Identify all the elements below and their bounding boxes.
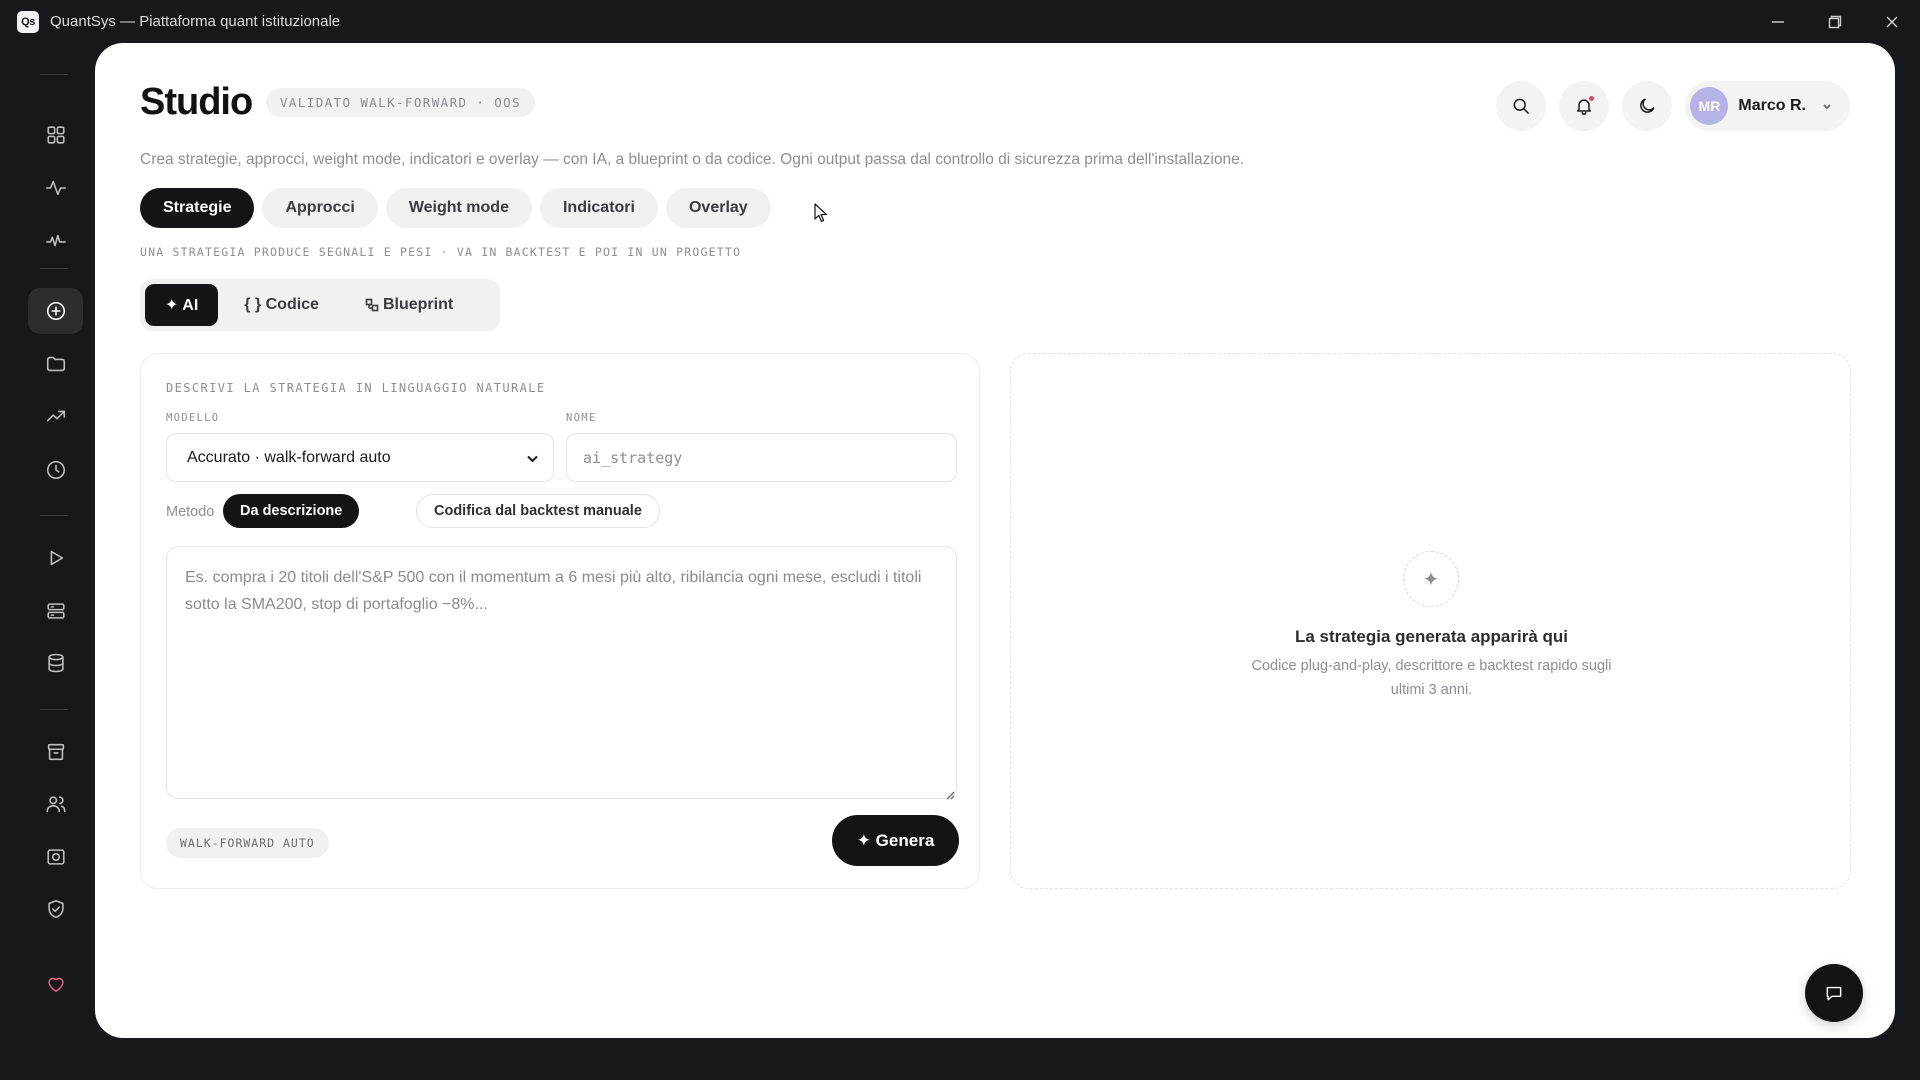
empty-state-title: La strategia generata apparirà qui xyxy=(1294,627,1569,646)
activity-icon xyxy=(45,180,66,196)
window-title: QuantSys — Piattaforma quant istituziona… xyxy=(50,13,341,30)
sidebar-item-activity[interactable] xyxy=(28,165,83,211)
name-label: NOME xyxy=(566,412,597,424)
sidebar-item-archive[interactable] xyxy=(28,729,83,775)
mode-ai-label: ✦ AI xyxy=(165,297,199,314)
app-logo: Qs xyxy=(17,10,39,33)
chevron-down-icon xyxy=(1823,104,1831,110)
model-select[interactable]: Accurato · walk-forward auto xyxy=(166,433,554,482)
strategy-description-textarea[interactable] xyxy=(166,546,957,799)
blueprint-icon xyxy=(365,298,379,312)
window-controls xyxy=(1749,0,1920,43)
validation-badge: VALIDATO WALK-FORWARD · OOS xyxy=(266,88,535,117)
mode-ai-button[interactable]: ✦ AI xyxy=(145,284,219,326)
heart-icon xyxy=(47,977,64,993)
sidebar-item-servers[interactable] xyxy=(28,588,83,634)
strategy-name-input[interactable] xyxy=(566,433,957,482)
restore-icon xyxy=(1828,15,1841,28)
tab-indicatori[interactable]: Indicatori xyxy=(539,188,658,228)
notifications-button[interactable] xyxy=(1559,81,1610,131)
play-icon xyxy=(50,550,63,566)
sparkle-icon: ✦ xyxy=(1403,551,1459,607)
mode-code-label: { } Codice xyxy=(244,296,319,313)
pulse-icon xyxy=(45,234,66,247)
database-icon xyxy=(47,653,64,673)
sidebar-item-dashboard[interactable] xyxy=(28,112,83,158)
chevron-down-icon xyxy=(527,455,538,463)
sidebar-item-pulse[interactable] xyxy=(28,218,83,264)
tab-overlay[interactable]: Overlay xyxy=(665,188,771,228)
sidebar-item-security[interactable] xyxy=(28,886,83,932)
camera-icon xyxy=(46,849,65,865)
mode-blueprint-button[interactable]: Blueprint xyxy=(345,284,473,326)
walk-forward-badge: WALK-FORWARD AUTO xyxy=(166,828,329,858)
chat-button[interactable] xyxy=(1805,964,1863,1022)
grid-icon xyxy=(46,126,65,144)
tab-weight-mode[interactable]: Weight mode xyxy=(385,188,532,228)
avatar: MR xyxy=(1690,87,1729,125)
chat-icon xyxy=(1826,986,1842,1001)
strategy-form-card: DESCRIVI LA STRATEGIA IN LINGUAGGIO NATU… xyxy=(140,353,980,889)
tab-strategie[interactable]: Strategie xyxy=(140,188,255,228)
tab-approcci[interactable]: Approcci xyxy=(262,188,378,228)
tab-caption: UNA STRATEGIA PRODUCE SEGNALI E PESI · V… xyxy=(140,245,742,259)
trending-up-icon xyxy=(46,410,65,422)
mode-blueprint-label: Blueprint xyxy=(382,296,454,313)
sidebar-item-run[interactable] xyxy=(28,535,83,581)
sidebar-item-studio[interactable] xyxy=(28,288,83,334)
method-from-backtest-button[interactable]: Codifica dal backtest manuale xyxy=(416,494,660,528)
sidebar-item-data[interactable] xyxy=(28,640,83,686)
user-name: Marco R. xyxy=(1738,97,1806,114)
model-label: MODELLO xyxy=(166,412,220,424)
sidebar-divider xyxy=(40,709,68,710)
folder-icon xyxy=(46,356,65,372)
mode-code-button[interactable]: { } Codice xyxy=(224,284,339,326)
shield-check-icon xyxy=(47,899,64,919)
generate-button[interactable]: ✦ Genera xyxy=(832,815,959,866)
theme-toggle-button[interactable] xyxy=(1622,81,1673,131)
sidebar-divider xyxy=(40,268,68,269)
archive-icon xyxy=(47,743,64,761)
close-button[interactable] xyxy=(1863,0,1920,43)
sidebar-item-favorites[interactable] xyxy=(28,961,83,1007)
sidebar-divider xyxy=(40,74,68,75)
mouse-cursor-icon xyxy=(814,203,827,222)
restore-button[interactable] xyxy=(1806,0,1863,43)
header-actions: MR Marco R. xyxy=(1496,81,1850,131)
main-panel: Studio VALIDATO WALK-FORWARD · OOS Crea … xyxy=(95,43,1895,1038)
search-button[interactable] xyxy=(1496,81,1547,131)
resize-handle[interactable] xyxy=(945,787,955,800)
page-subtitle: Crea strategie, approcci, weight mode, i… xyxy=(140,151,1245,168)
sidebar-divider xyxy=(40,515,68,516)
users-icon xyxy=(46,796,65,813)
moon-icon xyxy=(1640,98,1655,113)
minimize-icon xyxy=(1771,20,1784,23)
sidebar-item-snapshots[interactable] xyxy=(28,834,83,880)
sidebar-item-team[interactable] xyxy=(28,781,83,827)
plus-circle-icon xyxy=(46,301,65,321)
title-bar: Qs QuantSys — Piattaforma quant istituzi… xyxy=(0,0,1920,43)
method-label: Metodo xyxy=(166,504,215,520)
resize-grip-icon xyxy=(946,791,955,800)
history-icon xyxy=(46,460,65,480)
page-title: Studio xyxy=(140,81,253,123)
search-icon xyxy=(1514,98,1530,114)
empty-state-description: Codice plug-and-play, descrittore e back… xyxy=(1251,658,1612,698)
user-menu[interactable]: MR Marco R. xyxy=(1685,81,1850,131)
sidebar-item-projects[interactable] xyxy=(28,341,83,387)
sidebar-item-performance[interactable] xyxy=(28,393,83,439)
strategy-preview-card: ✦ La strategia generata apparirà qui Cod… xyxy=(1010,353,1851,889)
model-selected-value: Accurato · walk-forward auto xyxy=(187,448,391,466)
server-icon xyxy=(46,603,65,619)
method-from-description-button[interactable]: Da descrizione xyxy=(223,494,360,528)
sidebar-item-history[interactable] xyxy=(28,447,83,493)
studio-tabs: Strategie Approcci Weight mode Indicator… xyxy=(140,188,771,228)
sidebar xyxy=(0,43,95,1080)
minimize-button[interactable] xyxy=(1749,0,1806,43)
form-section-label: DESCRIVI LA STRATEGIA IN LINGUAGGIO NATU… xyxy=(166,381,546,395)
close-icon xyxy=(1886,16,1897,27)
